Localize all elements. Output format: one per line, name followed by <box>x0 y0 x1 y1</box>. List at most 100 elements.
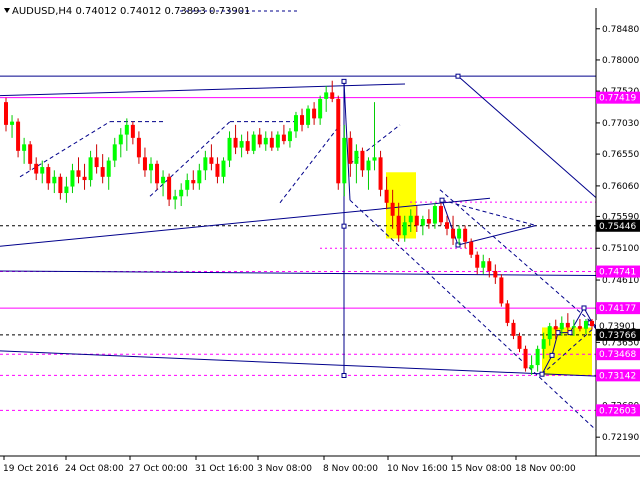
anchor-point[interactable] <box>455 73 461 79</box>
candle-body <box>451 228 456 239</box>
y-tick-label: 0.76060 <box>602 182 639 192</box>
x-tick-label: 19 Oct 2016 <box>3 464 59 474</box>
candle-body <box>275 134 280 148</box>
chart-title-text: AUDUSD,H4 0.74012 0.74012 0.73893 0.7390… <box>12 6 250 17</box>
y-tick-label: 0.78480 <box>602 25 639 35</box>
x-tick-label: 10 Nov 16:00 <box>387 464 448 474</box>
candle-body <box>257 134 262 145</box>
anchor-point[interactable] <box>539 371 545 377</box>
candle-body <box>553 326 558 330</box>
candle-body <box>457 228 462 239</box>
candle-body <box>161 176 166 184</box>
candle-body <box>203 157 208 171</box>
candle-body <box>167 176 172 200</box>
anchor-point[interactable] <box>341 78 347 84</box>
candle-body <box>408 215 413 223</box>
candle-body <box>179 189 184 197</box>
y-tick-label: 0.78000 <box>602 56 639 66</box>
candle-body <box>106 160 111 177</box>
candle-body <box>22 144 27 151</box>
candle-body <box>505 303 510 323</box>
candle-body <box>300 115 305 125</box>
candle-body <box>559 322 564 330</box>
candle-body <box>306 108 311 125</box>
anchor-point[interactable] <box>567 330 573 336</box>
price-badge-label: 0.75446 <box>599 222 636 232</box>
candle-body <box>124 124 129 135</box>
anchor-point[interactable] <box>439 197 445 203</box>
candle-body <box>185 180 190 190</box>
candle-body <box>426 219 431 224</box>
candle-body <box>293 115 298 132</box>
candle-body <box>251 134 256 151</box>
candle-body <box>565 322 570 328</box>
candle-body <box>354 150 359 164</box>
price-badge-label: 0.73142 <box>599 371 636 381</box>
x-tick-label: 27 Oct 00:00 <box>129 464 188 474</box>
candle-body <box>112 144 117 161</box>
candle-body <box>245 141 250 151</box>
price-badge-label: 0.77419 <box>599 94 636 104</box>
audusd-h4-chart[interactable]: 0.784800.780000.775200.770300.765500.760… <box>0 0 640 480</box>
price-badge-label: 0.73766 <box>599 331 636 341</box>
y-tick-label: 0.75100 <box>602 244 639 254</box>
candle-body <box>541 339 546 349</box>
x-tick-label: 8 Nov 00:00 <box>323 464 378 474</box>
candle-body <box>215 163 220 177</box>
candle-body <box>142 157 147 171</box>
highlight-zone <box>386 172 416 239</box>
candle-body <box>590 320 594 327</box>
candle-body <box>493 270 498 278</box>
candle-body <box>577 326 582 329</box>
candle-body <box>487 261 492 271</box>
x-tick-label: 24 Oct 08:00 <box>65 464 124 474</box>
candle-body <box>384 189 389 203</box>
candle-body <box>263 137 268 145</box>
candle-body <box>523 348 528 369</box>
candle-body <box>28 144 33 164</box>
anchor-point[interactable] <box>549 352 555 358</box>
anchor-point[interactable] <box>341 372 347 378</box>
candle-body <box>239 141 244 148</box>
candle-body <box>414 215 419 226</box>
price-badge-label: 0.74741 <box>599 268 636 278</box>
candle-body <box>535 348 540 366</box>
candle-body <box>209 157 214 164</box>
anchor-point[interactable] <box>581 305 587 311</box>
candle-body <box>547 326 552 340</box>
candle-body <box>529 365 534 369</box>
y-tick-label: 0.76550 <box>602 150 639 160</box>
x-tick-label: 15 Nov 08:00 <box>451 464 512 474</box>
candle-body <box>34 163 39 174</box>
candle-body <box>118 134 123 145</box>
candle-body <box>445 222 450 229</box>
x-tick-label: 18 Nov 00:00 <box>515 464 576 474</box>
candle-body <box>342 137 347 184</box>
candle-body <box>366 160 371 171</box>
candle-body <box>16 121 21 151</box>
x-tick-label: 3 Nov 08:00 <box>257 464 312 474</box>
candle-body <box>438 206 443 223</box>
candle-body <box>191 180 196 184</box>
candle-body <box>281 134 286 142</box>
candle-body <box>360 150 365 171</box>
y-tick-label: 0.77030 <box>602 119 639 129</box>
candle-body <box>70 170 75 187</box>
candle-body <box>88 157 93 181</box>
candle-body <box>197 170 202 184</box>
candle-body <box>571 326 576 328</box>
candle-body <box>233 137 238 148</box>
chart-container: 0.784800.780000.775200.770300.765500.760… <box>0 0 640 480</box>
anchor-point[interactable] <box>341 223 347 229</box>
anchor-point[interactable] <box>555 330 561 336</box>
chart-background <box>0 0 640 480</box>
candle-body <box>420 219 425 226</box>
price-badge-label: 0.73468 <box>599 350 636 360</box>
candle-body <box>155 163 160 184</box>
candle-body <box>148 163 153 171</box>
candle-body <box>511 322 516 336</box>
candle-body <box>372 157 377 161</box>
candle-body <box>402 222 407 236</box>
candle-body <box>336 98 341 184</box>
candle-body <box>136 137 141 158</box>
